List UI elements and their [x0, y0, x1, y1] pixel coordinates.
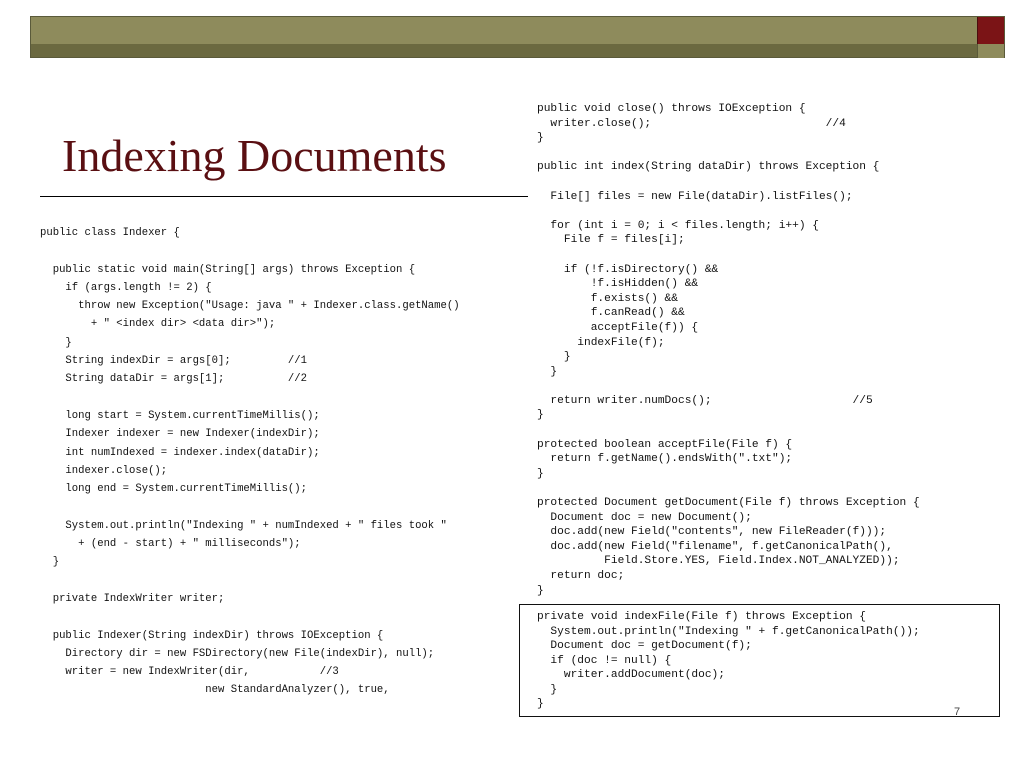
slide-title: Indexing Documents	[62, 130, 447, 181]
code-line: System.out.println("Indexing " + numInde…	[40, 519, 447, 532]
code-line: System.out.println("Indexing " + f.getCa…	[537, 625, 920, 638]
code-line: }	[537, 132, 544, 145]
code-line: long start = System.currentTimeMillis();	[40, 409, 320, 422]
code-line: String indexDir = args[0]; //1	[40, 355, 308, 368]
code-line: File[] files = new File(dataDir).listFil…	[537, 190, 853, 203]
code-line: protected Document getDocument(File f) t…	[537, 497, 920, 510]
code-line: new StandardAnalyzer(), true,	[40, 684, 390, 697]
code-line: String dataDir = args[1]; //2	[40, 373, 308, 386]
code-line: }	[537, 365, 558, 378]
code-line: writer = new IndexWriter(dir, //3	[40, 666, 339, 679]
code-line: }	[537, 698, 544, 710]
code-line: Directory dir = new FSDirectory(new File…	[40, 647, 435, 660]
code-line: throw new Exception("Usage: java " + Ind…	[40, 300, 460, 313]
code-line: Document doc = getDocument(f);	[537, 640, 752, 652]
code-line: public static void main(String[] args) t…	[40, 263, 416, 276]
code-line: return f.getName().endsWith(".txt");	[537, 453, 793, 466]
code-line: }	[537, 683, 558, 696]
code-line: !f.isHidden() &&	[537, 278, 699, 291]
code-line: f.canRead() &&	[537, 307, 685, 320]
title-bar-accent-lower	[977, 44, 1004, 58]
title-bar-accent-block	[977, 17, 1004, 44]
code-line: int numIndexed = indexer.index(dataDir);	[40, 446, 320, 459]
code-line: if (doc != null) {	[537, 654, 672, 667]
code-line: f.exists() &&	[537, 292, 678, 305]
code-line: return doc;	[537, 570, 625, 582]
code-block-indexfile-method: private void indexFile(File f) throws Ex…	[537, 610, 920, 712]
code-line: + " <index dir> <data dir>");	[40, 318, 276, 331]
code-line: }	[537, 467, 544, 480]
code-line: protected boolean acceptFile(File f) {	[537, 438, 793, 451]
code-line: private void indexFile(File f) throws Ex…	[537, 611, 866, 623]
code-line: for (int i = 0; i < files.length; i++) {	[537, 219, 819, 232]
page-number: 7	[954, 706, 961, 718]
code-line: }	[537, 584, 544, 597]
code-line: }	[40, 556, 60, 569]
code-line: doc.add(new Field("filename", f.getCanon…	[537, 540, 893, 553]
code-block-indexer-class: public class Indexer { public static voi…	[40, 224, 460, 700]
title-bar-decoration	[30, 16, 1005, 58]
code-line: }	[537, 351, 571, 364]
code-line: }	[537, 409, 544, 422]
code-line: if (args.length != 2) {	[40, 281, 212, 294]
code-line: }	[40, 336, 72, 349]
code-line: Indexer indexer = new Indexer(indexDir);	[40, 428, 320, 441]
code-line: if (!f.isDirectory() &&	[537, 263, 719, 276]
code-line: acceptFile(f)) {	[537, 321, 699, 334]
code-line: indexer.close();	[40, 464, 168, 477]
code-block-index-methods: public void close() throws IOException {…	[537, 102, 920, 598]
code-line: public Indexer(String indexDir) throws I…	[40, 629, 384, 642]
code-line: doc.add(new Field("contents", new FileRe…	[537, 526, 887, 539]
code-line: indexFile(f);	[537, 336, 665, 349]
code-line: public void close() throws IOException {	[537, 103, 806, 115]
code-line: public int index(String dataDir) throws …	[537, 161, 880, 174]
code-line: Document doc = new Document();	[537, 511, 752, 524]
code-line: public class Indexer {	[40, 227, 180, 239]
code-line: writer.close(); //4	[537, 117, 846, 130]
code-line: + (end - start) + " milliseconds");	[40, 538, 301, 551]
code-line: Field.Store.YES, Field.Index.NOT_ANALYZE…	[537, 555, 900, 568]
title-underline	[40, 196, 528, 197]
code-line: File f = files[i];	[537, 234, 685, 247]
code-line: writer.addDocument(doc);	[537, 669, 725, 681]
code-line: private IndexWriter writer;	[40, 592, 225, 605]
code-line: long end = System.currentTimeMillis();	[40, 483, 308, 496]
code-line: return writer.numDocs(); //5	[537, 394, 873, 407]
